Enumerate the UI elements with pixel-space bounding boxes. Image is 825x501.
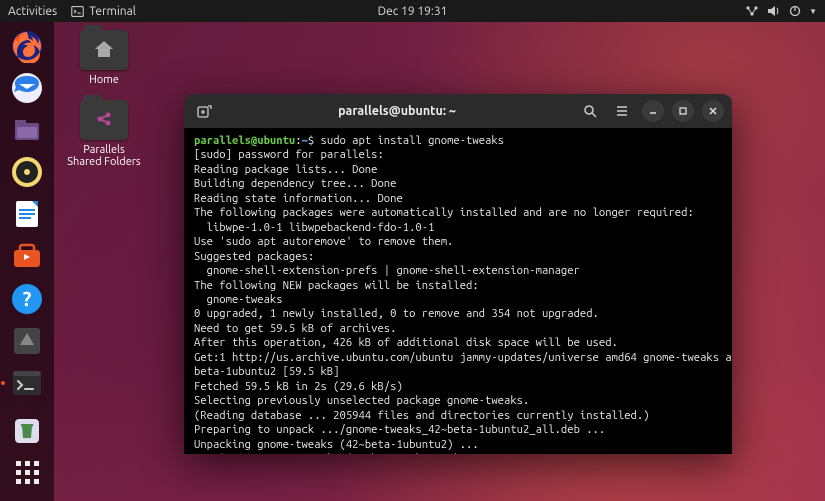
system-tray[interactable]: ▼ <box>745 5 817 17</box>
desktop-icon-parallels[interactable]: Parallels Shared Folders <box>66 100 142 168</box>
volume-icon <box>767 5 781 17</box>
search-button[interactable] <box>578 99 602 123</box>
dock-software[interactable] <box>7 238 47 274</box>
dock-libreoffice[interactable] <box>7 196 47 232</box>
topbar-app[interactable]: Terminal <box>71 5 136 18</box>
clock[interactable]: Dec 19 19:31 <box>378 5 448 18</box>
terminal-output[interactable]: parallels@ubuntu:~$ sudo apt install gno… <box>184 128 732 454</box>
home-icon <box>93 39 115 59</box>
dock-firefox[interactable] <box>7 28 47 64</box>
terminal-titlebar[interactable]: parallels@ubuntu: ~ <box>184 94 732 128</box>
search-icon <box>583 104 597 118</box>
new-tab-button[interactable] <box>192 99 216 123</box>
top-bar: Activities Terminal Dec 19 19:31 ▼ <box>0 0 825 22</box>
maximize-button[interactable] <box>672 100 694 122</box>
new-tab-icon <box>197 104 212 119</box>
dock-files[interactable] <box>7 112 47 148</box>
desktop-icons: Home Parallels Shared Folders <box>66 30 142 182</box>
topbar-app-label: Terminal <box>89 5 136 18</box>
show-applications-button[interactable] <box>7 455 47 491</box>
files-icon <box>10 113 44 147</box>
minimize-icon <box>648 106 658 116</box>
rhythmbox-icon <box>10 155 44 189</box>
help-icon: ? <box>10 282 44 316</box>
dock-trash[interactable] <box>7 413 47 449</box>
desktop-icon-home[interactable]: Home <box>66 30 142 86</box>
dock-thunderbird[interactable] <box>7 70 47 106</box>
firefox-icon <box>10 29 44 63</box>
hamburger-icon <box>615 104 629 118</box>
power-icon <box>789 5 801 17</box>
terminal-app-icon <box>10 366 44 400</box>
software-icon <box>10 240 44 274</box>
activities-button[interactable]: Activities <box>8 5 57 18</box>
dock-terminal[interactable] <box>7 365 47 401</box>
dock-help[interactable]: ? <box>7 281 47 317</box>
terminal-icon <box>71 5 84 18</box>
terminal-window: parallels@ubuntu: ~ parallels@ubuntu:~$ … <box>184 94 732 454</box>
minimize-button[interactable] <box>642 100 664 122</box>
dock-appimage[interactable] <box>7 323 47 359</box>
close-button[interactable] <box>702 100 724 122</box>
appimage-icon <box>12 326 42 356</box>
dock-rhythmbox[interactable] <box>7 154 47 190</box>
chevron-down-icon: ▼ <box>809 7 817 16</box>
maximize-icon <box>678 106 688 116</box>
network-icon <box>745 5 759 17</box>
close-icon <box>708 106 718 116</box>
terminal-title: parallels@ubuntu: ~ <box>224 104 570 118</box>
svg-text:?: ? <box>23 287 32 310</box>
libreoffice-icon <box>10 197 44 231</box>
menu-button[interactable] <box>610 99 634 123</box>
thunderbird-icon <box>10 71 44 105</box>
desktop-icon-label: Parallels Shared Folders <box>66 144 142 168</box>
trash-icon <box>12 416 42 446</box>
dock: ? <box>0 22 54 501</box>
desktop-icon-label: Home <box>66 74 142 86</box>
share-icon <box>94 111 114 129</box>
